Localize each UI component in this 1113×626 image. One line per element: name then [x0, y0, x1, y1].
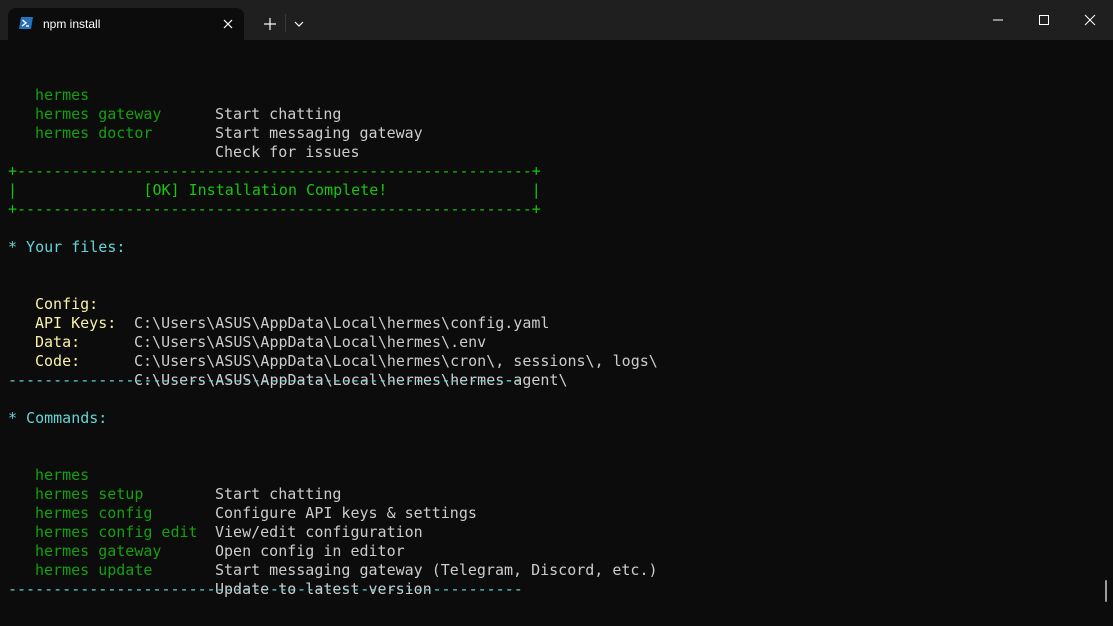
- powershell-icon: [18, 16, 34, 30]
- top-command-row: hermes Start chatting: [8, 67, 341, 123]
- command-row: hermes Start chatting: [8, 447, 341, 503]
- top-command-row: hermes gateway Start messaging gateway: [8, 86, 423, 142]
- chevron-down-icon[interactable]: [289, 12, 309, 36]
- command-row: hermes config View/edit configuration: [8, 485, 423, 541]
- minimize-icon[interactable]: [975, 0, 1021, 40]
- command-name: hermes update: [35, 561, 153, 579]
- file-label: Code:: [35, 352, 81, 370]
- file-path: C:\Users\ASUS\AppData\Local\hermes\cron\…: [134, 352, 658, 370]
- command-description: Open config in editor: [215, 542, 405, 560]
- banner-border-top: +---------------------------------------…: [8, 162, 541, 180]
- command-row: hermes update Update to latest version: [8, 542, 432, 598]
- close-window-icon[interactable]: [1067, 0, 1113, 40]
- commands-heading: * Commands:: [8, 409, 108, 427]
- file-row: Data: C:\Users\ASUS\AppData\Local\hermes…: [8, 314, 658, 370]
- command-description: View/edit configuration: [215, 523, 423, 541]
- title-bar: npm install: [0, 0, 1113, 40]
- terminal-output[interactable]: hermes Start chatting hermes gateway Sta…: [8, 48, 1098, 618]
- file-row: API Keys: C:\Users\ASUS\AppData\Local\he…: [8, 295, 486, 351]
- tab-title: npm install: [43, 17, 101, 31]
- command-description: Check for issues: [215, 143, 360, 161]
- command-row: hermes gateway Start messaging gateway (…: [8, 523, 658, 579]
- terminal-window: npm install hermes Start chatting hermes…: [0, 0, 1113, 626]
- command-description: Start chatting: [215, 105, 342, 123]
- file-row: Config: C:\Users\ASUS\AppData\Local\herm…: [8, 276, 549, 332]
- command-row: hermes setup Configure API keys & settin…: [8, 466, 477, 522]
- new-tab-icon[interactable]: [258, 12, 282, 36]
- close-tab-icon[interactable]: [220, 16, 236, 32]
- tab-separator: [285, 14, 286, 32]
- banner-border-bottom: +---------------------------------------…: [8, 200, 541, 218]
- command-row: hermes config edit Open config in editor: [8, 504, 405, 560]
- tab-npm-install[interactable]: npm install: [8, 8, 244, 40]
- command-name: hermes doctor: [35, 124, 153, 142]
- command-description: Start messaging gateway (Telegram, Disco…: [215, 561, 658, 579]
- command-description: Start messaging gateway: [215, 124, 423, 142]
- section-divider: ----------------------------------------…: [8, 371, 523, 389]
- maximize-icon[interactable]: [1021, 0, 1067, 40]
- scrollbar-thumb[interactable]: [1105, 580, 1107, 602]
- section-divider: ----------------------------------------…: [8, 580, 523, 598]
- files-heading: * Your files:: [8, 238, 126, 256]
- banner-message: | [OK] Installation Complete! |: [8, 181, 541, 199]
- command-description: Start chatting: [215, 485, 342, 503]
- file-path: C:\Users\ASUS\AppData\Local\hermes\confi…: [134, 314, 550, 332]
- file-row: Code: C:\Users\ASUS\AppData\Local\hermes…: [8, 333, 567, 389]
- top-command-row: hermes doctor Check for issues: [8, 105, 360, 161]
- command-description: Configure API keys & settings: [215, 504, 477, 522]
- file-path: C:\Users\ASUS\AppData\Local\hermes\.env: [134, 333, 487, 351]
